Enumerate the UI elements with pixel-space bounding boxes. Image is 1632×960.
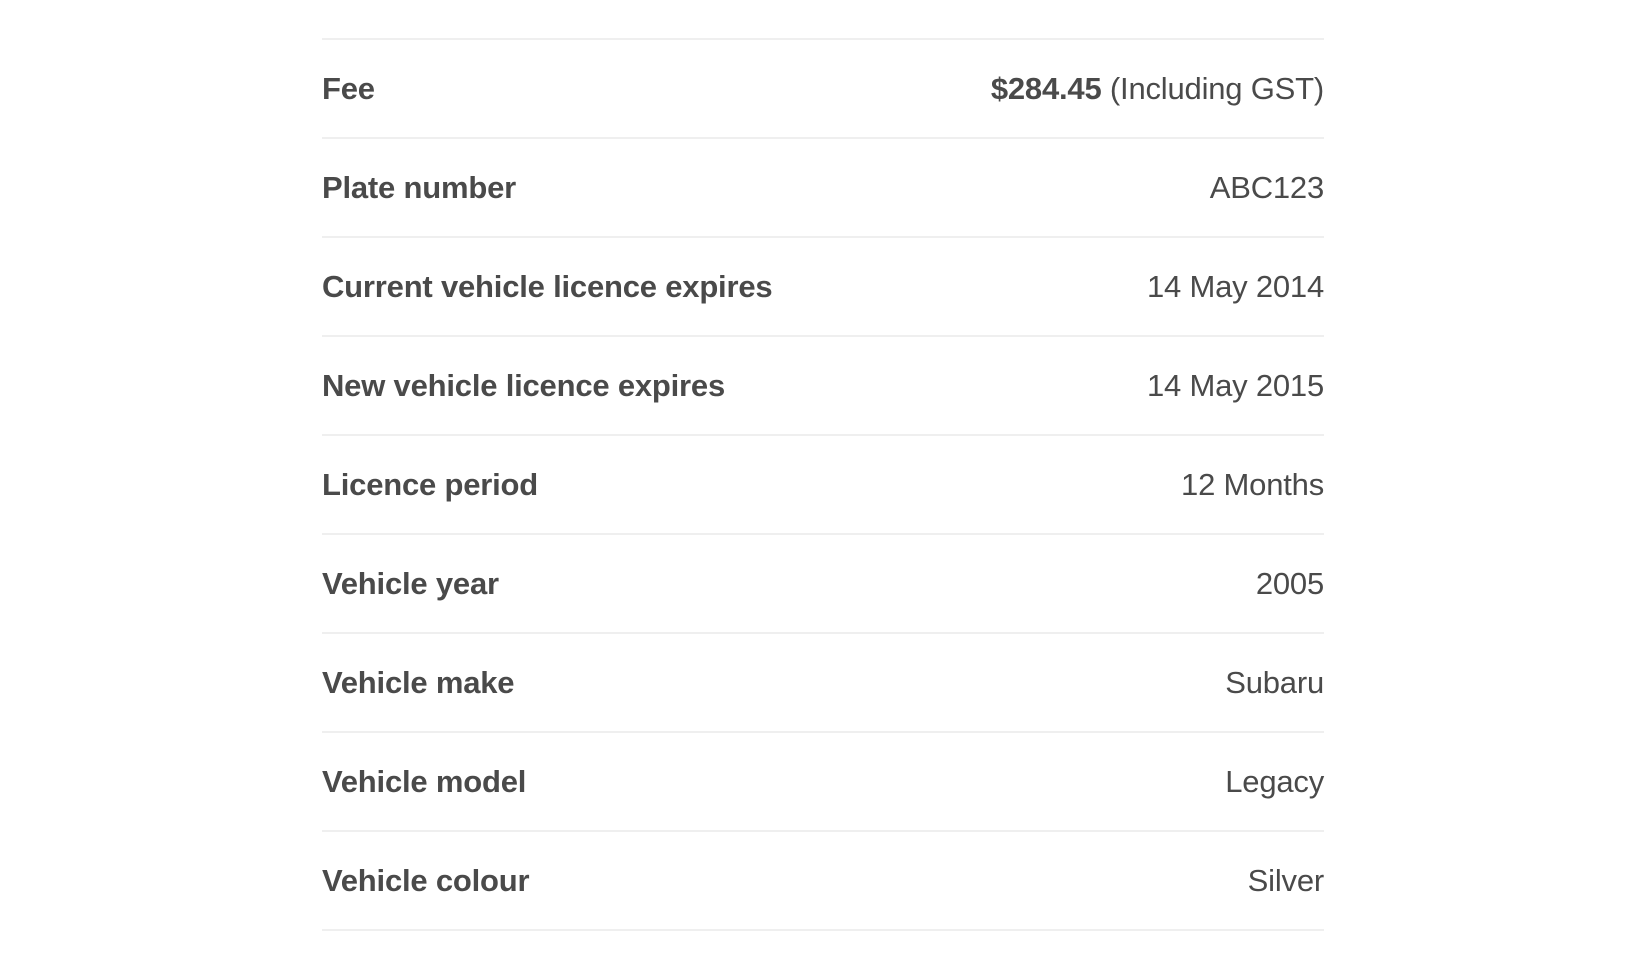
new-licence-expiry-label: New vehicle licence expires [322,367,726,403]
vehicle-year-label: Vehicle year [322,565,499,601]
vehicle-colour-label: Vehicle colour [322,862,530,898]
fee-value: $284.45 (Including GST) [991,71,1324,107]
vehicle-model-row: Vehicle model Legacy [322,733,1324,832]
licence-period-value: 12 Months [1181,466,1324,502]
fee-row: Fee $284.45 (Including GST) [322,40,1324,139]
vehicle-make-value: Subaru [1225,664,1324,700]
vehicle-year-value: 2005 [1255,565,1324,601]
new-licence-expiry-value: 14 May 2015 [1146,367,1324,403]
vehicle-model-label: Vehicle model [322,763,527,799]
current-licence-expiry-value: 14 May 2014 [1146,268,1324,304]
licence-period-row: Licence period 12 Months [322,436,1324,535]
fee-gst-note: (Including GST) [1109,70,1324,106]
vehicle-make-label: Vehicle make [322,664,515,700]
vehicle-colour-value: Silver [1247,862,1325,898]
licence-summary-list: Fee $284.45 (Including GST) Plate number… [322,38,1324,931]
current-licence-expiry-row: Current vehicle licence expires 14 May 2… [322,238,1324,337]
plate-number-row: Plate number ABC123 [322,139,1324,238]
fee-label: Fee [322,70,375,106]
vehicle-year-row: Vehicle year 2005 [322,535,1324,634]
vehicle-make-row: Vehicle make Subaru [322,634,1324,733]
plate-number-value: ABC123 [1209,169,1324,205]
licence-period-label: Licence period [322,466,538,502]
current-licence-expiry-label: Current vehicle licence expires [322,268,773,304]
vehicle-colour-row: Vehicle colour Silver [322,832,1324,931]
vehicle-model-value: Legacy [1225,763,1324,799]
new-licence-expiry-row: New vehicle licence expires 14 May 2015 [322,337,1324,436]
plate-number-label: Plate number [322,169,516,205]
fee-amount: $284.45 [990,70,1102,106]
